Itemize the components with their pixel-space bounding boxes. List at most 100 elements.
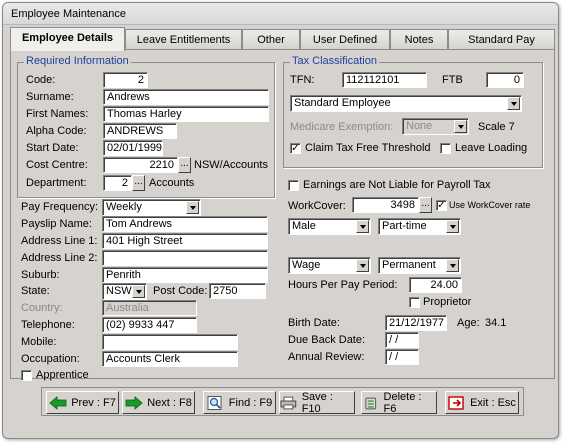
due-back-date-label: Due Back Date: xyxy=(288,334,366,346)
birth-date-label: Birth Date: xyxy=(288,317,340,329)
code-field[interactable]: 2 xyxy=(103,72,148,88)
department-lookup-button[interactable]: ... xyxy=(132,175,145,191)
surname-field[interactable]: Andrews xyxy=(103,89,269,105)
medicare-exemption-select: None xyxy=(402,118,469,135)
employment-status-select[interactable]: Permanent xyxy=(378,257,461,274)
cost-centre-lookup-button[interactable]: ... xyxy=(178,157,191,173)
tab-employee-details[interactable]: Employee Details xyxy=(10,27,125,51)
annual-review-label: Annual Review: xyxy=(288,351,365,363)
tax-type-select[interactable]: Standard Employee xyxy=(290,95,522,112)
next-button-label: Next : F8 xyxy=(147,396,192,409)
address-line-1-field[interactable]: 401 High Street xyxy=(102,233,268,249)
window-title: Employee Maintenance xyxy=(11,8,126,20)
cost-centre-field[interactable]: 2210 xyxy=(103,157,178,173)
state-value: NSW xyxy=(106,285,132,297)
tab-strip: Employee Details Leave Entitlements Othe… xyxy=(10,27,555,51)
cost-centre-label: Cost Centre: xyxy=(26,159,88,171)
magnifier-icon xyxy=(207,395,222,410)
payslip-name-field[interactable]: Tom Andrews xyxy=(102,216,268,232)
save-button[interactable]: Save : F10 xyxy=(279,391,355,415)
country-label: Country: xyxy=(21,302,63,314)
tax-classification-legend: Tax Classification xyxy=(290,55,379,67)
gender-select[interactable]: Male xyxy=(288,218,371,235)
state-select[interactable]: NSW xyxy=(102,283,147,300)
find-button[interactable]: Find : F9 xyxy=(203,391,276,414)
exit-button[interactable]: Exit : Esc xyxy=(445,391,519,414)
required-information-legend: Required Information xyxy=(24,55,131,67)
annual-review-field[interactable]: / / xyxy=(385,349,419,365)
address-line-2-label: Address Line 2: xyxy=(21,252,98,264)
start-date-label: Start Date: xyxy=(26,142,79,154)
due-back-date-field[interactable]: / / xyxy=(385,332,419,348)
tab-standard-pay[interactable]: Standard Pay xyxy=(448,29,555,50)
alpha-code-field[interactable]: ANDREWS xyxy=(103,123,177,139)
birth-date-field[interactable]: 21/12/1977 xyxy=(385,315,447,331)
employment-type-select[interactable]: Part-time xyxy=(378,218,461,235)
pay-type-value: Wage xyxy=(292,259,321,271)
ftb-label: FTB xyxy=(442,74,463,86)
claim-tax-free-threshold-checkbox[interactable]: ✓ xyxy=(290,143,301,154)
exit-button-label: Exit : Esc xyxy=(470,396,516,409)
country-field: Australia xyxy=(102,300,197,316)
employee-maintenance-window: Employee Maintenance Employee Details Le… xyxy=(2,2,559,439)
apprentice-checkbox[interactable] xyxy=(21,370,32,381)
tab-notes[interactable]: Notes xyxy=(390,29,448,50)
telephone-field[interactable]: (02) 9933 447 xyxy=(102,317,197,333)
first-names-field[interactable]: Thomas Harley xyxy=(103,106,269,122)
workcover-field[interactable]: 3498 xyxy=(352,197,419,213)
chevron-down-icon xyxy=(356,259,369,272)
use-workcover-rate-checkbox[interactable]: ✓ xyxy=(436,200,447,211)
employment-type-value: Part-time xyxy=(382,220,427,232)
mobile-field[interactable] xyxy=(102,334,238,350)
payroll-tax-liable-checkbox[interactable] xyxy=(288,180,299,191)
tab-user-defined[interactable]: User Defined xyxy=(300,29,390,50)
payroll-tax-liable-label: Earnings are Not Liable for Payroll Tax xyxy=(303,179,491,191)
medicare-exemption-label: Medicare Exemption: xyxy=(290,121,394,133)
start-date-field[interactable]: 02/01/1999 xyxy=(103,140,163,156)
next-button[interactable]: Next : F8 xyxy=(122,391,195,414)
arrow-right-icon xyxy=(125,395,143,410)
chevron-down-icon xyxy=(186,201,199,214)
post-code-label: Post Code: xyxy=(153,285,208,297)
hours-per-pay-period-field[interactable]: 24.00 xyxy=(409,277,462,293)
exit-icon xyxy=(448,395,464,410)
pay-frequency-value: Weekly xyxy=(106,201,142,213)
cost-centre-description: NSW/Accounts xyxy=(194,159,268,171)
proprietor-checkbox[interactable] xyxy=(409,297,420,308)
find-button-label: Find : F9 xyxy=(228,396,273,409)
post-code-field[interactable]: 2750 xyxy=(209,283,266,299)
workcover-lookup-button[interactable]: ... xyxy=(419,197,432,213)
delete-button-label: Delete : F6 xyxy=(383,390,422,415)
ftb-field[interactable]: 0 xyxy=(486,72,524,88)
payslip-name-label: Payslip Name: xyxy=(21,218,92,230)
tfn-label: TFN: xyxy=(290,74,315,86)
occupation-field[interactable]: Accounts Clerk xyxy=(102,351,238,367)
code-label: Code: xyxy=(26,74,56,86)
chevron-down-icon xyxy=(356,220,369,233)
department-field[interactable]: 2 xyxy=(103,175,132,191)
occupation-label: Occupation: xyxy=(21,353,80,365)
pay-frequency-select[interactable]: Weekly xyxy=(102,199,201,216)
proprietor-label: Proprietor xyxy=(423,296,472,308)
telephone-label: Telephone: xyxy=(21,319,75,331)
first-names-label: First Names: xyxy=(26,108,89,120)
tax-classification-group: Tax Classification TFN: 112112101 FTB 0 … xyxy=(283,55,543,168)
chevron-down-icon xyxy=(454,120,467,133)
delete-button[interactable]: Delete : F6 xyxy=(361,390,437,415)
tab-other[interactable]: Other xyxy=(242,29,300,50)
tfn-field[interactable]: 112112101 xyxy=(342,72,427,88)
pay-type-select[interactable]: Wage xyxy=(288,257,371,274)
tab-leave-entitlements[interactable]: Leave Entitlements xyxy=(125,29,242,50)
department-label: Department: xyxy=(26,177,87,189)
scale-label: Scale 7 xyxy=(478,121,515,133)
employee-details-panel: Required Information Code: 2 Surname: An… xyxy=(10,49,555,381)
address-line-2-field[interactable] xyxy=(102,250,268,266)
department-description: Accounts xyxy=(149,177,195,189)
required-information-group: Required Information Code: 2 Surname: An… xyxy=(17,55,275,198)
suburb-field[interactable]: Penrith xyxy=(102,267,268,283)
leave-loading-checkbox[interactable] xyxy=(440,143,451,154)
prev-button[interactable]: Prev : F7 xyxy=(46,391,119,414)
gender-value: Male xyxy=(292,220,316,232)
workcover-label: WorkCover: xyxy=(288,200,346,212)
alpha-code-label: Alpha Code: xyxy=(26,125,87,137)
